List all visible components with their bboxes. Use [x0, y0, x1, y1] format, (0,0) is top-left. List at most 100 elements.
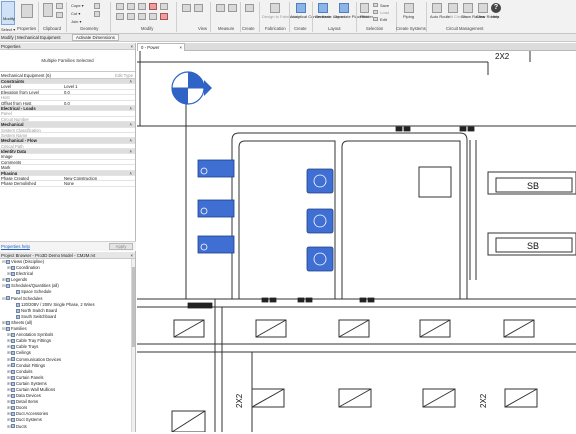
receptacle[interactable]	[467, 126, 475, 132]
rotate-icon[interactable]	[138, 13, 146, 20]
paste-icon[interactable]	[43, 3, 53, 17]
hide-icon[interactable]	[194, 4, 203, 12]
auto-route-icon[interactable]	[432, 3, 442, 13]
edit-circuits-icon[interactable]	[448, 3, 458, 13]
generate-placeholder-icon[interactable]	[339, 3, 349, 13]
mechanical-equipment[interactable]	[306, 246, 334, 272]
edit-selection-icon[interactable]	[373, 17, 378, 21]
close-icon[interactable]: ×	[130, 252, 133, 259]
match-type-icon[interactable]	[56, 12, 63, 18]
edit-type-button[interactable]: Edit Type	[115, 72, 133, 79]
divider	[176, 2, 177, 32]
mechanical-equipment[interactable]	[197, 235, 235, 254]
align-icon[interactable]	[116, 3, 124, 10]
offset-icon[interactable]	[127, 3, 135, 10]
properties-filter[interactable]: Mechanical Equipment (6) Edit Type	[0, 72, 135, 79]
view-tab[interactable]: 0 - Power ×	[137, 43, 185, 51]
select-dropdown[interactable]: Select ▾	[1, 27, 15, 32]
properties-icon[interactable]	[21, 4, 33, 18]
create-group-icon[interactable]	[245, 4, 254, 12]
receptacle[interactable]	[359, 297, 367, 303]
mechanical-unit[interactable]	[418, 166, 452, 198]
modify-button[interactable]: Modify	[1, 1, 15, 25]
array-icon[interactable]	[149, 13, 157, 20]
property-row[interactable]: Phase Demolished None	[0, 181, 135, 187]
property-value[interactable]: New Construction	[64, 176, 97, 180]
fixture-diagonal	[338, 319, 370, 338]
edit-selection-label[interactable]: Edit	[380, 17, 387, 22]
load-selection-label[interactable]: Load	[380, 10, 389, 15]
property-key: Host	[1, 95, 10, 101]
show-routes-icon[interactable]	[463, 3, 473, 13]
type-selector[interactable]: Multiple Families Selected	[0, 50, 135, 72]
copy-element-icon[interactable]	[127, 13, 135, 20]
mechanical-equipment[interactable]	[306, 168, 334, 194]
scrollbar-thumb[interactable]	[132, 267, 135, 347]
mirror-icon[interactable]	[138, 3, 146, 10]
browser-scrollbar[interactable]	[131, 259, 135, 432]
mechanical-equipment[interactable]	[197, 199, 235, 218]
mechanical-equipment[interactable]	[197, 159, 235, 178]
property-value[interactable]: None	[64, 181, 74, 185]
clear-routes-icon[interactable]	[478, 3, 488, 13]
chevron-up-icon[interactable]: ˄	[130, 138, 132, 142]
tree-item-label: Families	[11, 326, 27, 332]
chevron-up-icon[interactable]: ˄	[130, 106, 132, 110]
generate-layout-icon[interactable]	[318, 3, 328, 13]
property-value[interactable]: Level 1	[64, 84, 78, 88]
join-button[interactable]: Join ▾	[71, 19, 81, 24]
receptacle[interactable]	[305, 297, 313, 303]
receptacle[interactable]	[403, 126, 411, 132]
save-selection-label[interactable]: Save	[380, 3, 389, 8]
piping-icon[interactable]	[404, 3, 414, 13]
folder-icon	[11, 333, 15, 338]
tree-item-label: Conduit Fittings	[16, 362, 46, 368]
tree-item-label: Communication Devices	[16, 356, 62, 362]
tree-item-label: South Switchboard	[21, 313, 57, 319]
receptacle[interactable]	[269, 297, 277, 303]
receptacle[interactable]	[395, 126, 403, 132]
load-selection-icon[interactable]	[373, 10, 378, 14]
ceiling-grid-tag: 2X2	[479, 393, 488, 408]
move-icon[interactable]	[116, 13, 124, 20]
dimension-icon[interactable]	[228, 4, 237, 12]
level-marker[interactable]	[171, 71, 212, 105]
design-to-fabrication-icon[interactable]	[270, 3, 280, 13]
property-key: Electrical - Loads	[1, 105, 36, 111]
receptacle[interactable]	[297, 297, 305, 303]
measure-icon[interactable]	[216, 4, 225, 12]
demolish-icon[interactable]	[94, 11, 100, 17]
cut-button[interactable]: Cut ▾	[71, 11, 80, 16]
copy-icon[interactable]	[56, 3, 63, 9]
filter-icon[interactable]	[360, 3, 369, 13]
properties-help-link[interactable]: Properties help	[1, 244, 30, 249]
property-value[interactable]: 0.0	[64, 101, 70, 105]
close-icon[interactable]: ×	[130, 43, 133, 50]
close-icon[interactable]: ×	[179, 44, 182, 51]
property-value[interactable]: 0.0	[64, 90, 70, 94]
chevron-up-icon[interactable]: ˄	[130, 171, 132, 175]
receptacle[interactable]	[261, 297, 269, 303]
activate-dimensions-button[interactable]: Activate Dimensions	[72, 34, 119, 41]
mechanical-equipment[interactable]	[306, 208, 334, 234]
tree-item[interactable]: ⊞ Ducts	[0, 424, 135, 430]
help-icon[interactable]: ?	[491, 3, 501, 13]
receptacle[interactable]	[367, 297, 375, 303]
wall-joins-icon[interactable]	[94, 3, 100, 9]
electrical-panel[interactable]	[187, 302, 213, 309]
apply-button[interactable]: Apply	[109, 243, 133, 250]
analytical-connections-icon[interactable]	[296, 3, 306, 13]
split-icon[interactable]	[149, 3, 157, 10]
trim-icon[interactable]	[160, 3, 168, 10]
receptacle[interactable]	[459, 126, 467, 132]
chevron-up-icon[interactable]: ˄	[130, 122, 132, 126]
delete-icon[interactable]	[160, 13, 168, 20]
drawing-canvas[interactable]: SB SB 2X2 2X2 2X2	[137, 51, 576, 433]
view-icon[interactable]	[182, 4, 191, 12]
fabrication-panel-label: Fabrication	[265, 26, 286, 31]
folder-icon	[6, 284, 10, 289]
save-selection-icon[interactable]	[373, 3, 378, 7]
cope-button[interactable]: Cope ▾	[71, 3, 84, 8]
chevron-up-icon[interactable]: ˄	[130, 79, 132, 83]
chevron-up-icon[interactable]: ˄	[130, 149, 132, 153]
